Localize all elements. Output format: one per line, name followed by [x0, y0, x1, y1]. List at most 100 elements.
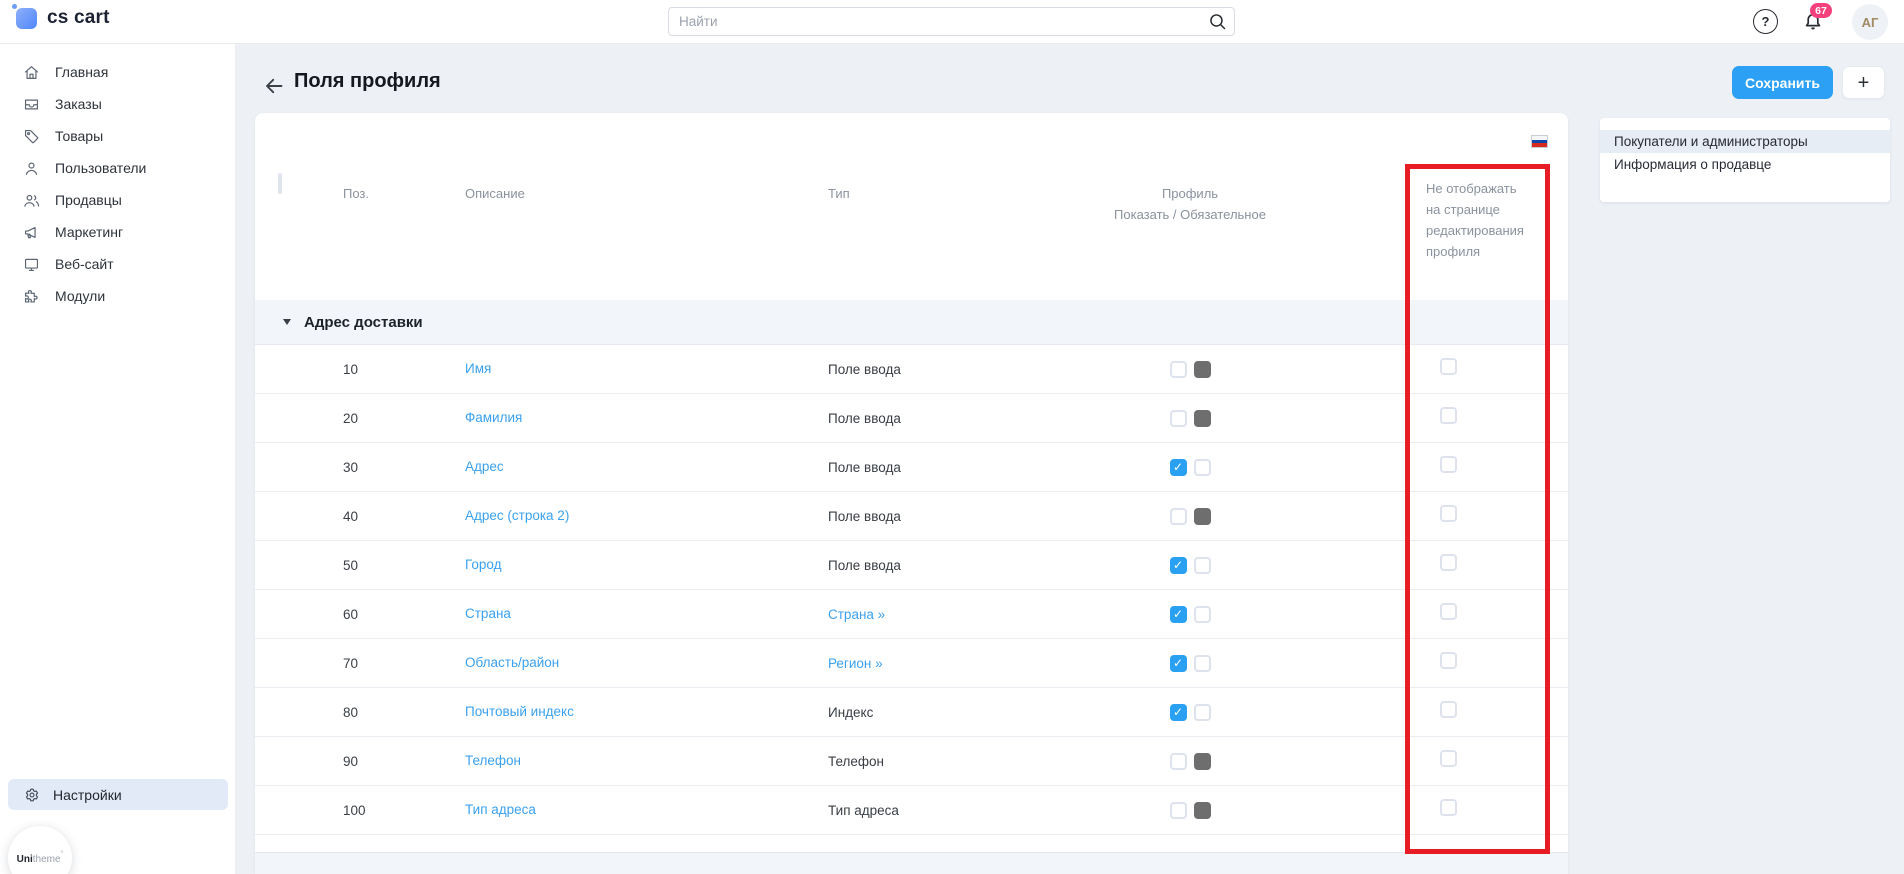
required-checkbox[interactable]: [1194, 753, 1211, 770]
required-checkbox[interactable]: [1194, 361, 1211, 378]
hide-checkbox[interactable]: [1440, 701, 1457, 718]
row-description-link[interactable]: Адрес (строка 2): [465, 508, 569, 523]
sidebar-item[interactable]: Пользователи: [0, 152, 235, 184]
row-description-link[interactable]: Фамилия: [465, 410, 522, 425]
settings-label: Настройки: [53, 787, 122, 803]
show-checkbox[interactable]: [1170, 361, 1187, 378]
required-checkbox[interactable]: [1194, 410, 1211, 427]
website-icon: [22, 255, 41, 274]
topbar: cs cart ? 67 АГ: [0, 0, 1904, 44]
row-type: Поле ввода: [828, 362, 901, 377]
table-row: 100 Тип адреса Тип адреса: [255, 786, 1568, 835]
row-type[interactable]: Регион »: [828, 656, 883, 671]
cs-cart-logo[interactable]: cs cart: [16, 7, 110, 29]
vendors-icon: [22, 191, 41, 210]
row-description-link[interactable]: Почтовый индекс: [465, 704, 574, 719]
required-checkbox[interactable]: [1194, 655, 1211, 672]
table-row: 40 Адрес (строка 2) Поле ввода: [255, 492, 1568, 541]
notification-count-badge: 67: [1810, 3, 1832, 18]
row-description-link[interactable]: Телефон: [465, 753, 521, 768]
search-input[interactable]: [668, 7, 1235, 36]
row-description-link[interactable]: Область/район: [465, 655, 559, 670]
row-description-link[interactable]: Город: [465, 557, 502, 572]
row-type: Тип адреса: [828, 803, 899, 818]
hide-checkbox[interactable]: [1440, 652, 1457, 669]
sidebar-item[interactable]: Продавцы: [0, 184, 235, 216]
back-button[interactable]: [262, 74, 286, 98]
required-checkbox[interactable]: [1194, 802, 1211, 819]
unitheme-badge[interactable]: Unitheme°: [8, 826, 72, 874]
sidebar-item[interactable]: Модули: [0, 280, 235, 312]
home-icon: [22, 63, 41, 82]
required-checkbox[interactable]: [1194, 704, 1211, 721]
notifications-button[interactable]: 67: [1801, 8, 1829, 36]
hide-checkbox[interactable]: [1440, 407, 1457, 424]
sidebar-item-settings[interactable]: Настройки: [8, 779, 228, 810]
sidebar-item[interactable]: Веб-сайт: [0, 248, 235, 280]
column-header-type: Тип: [800, 175, 1020, 204]
hide-checkbox[interactable]: [1440, 358, 1457, 375]
show-checkbox[interactable]: [1170, 459, 1187, 476]
save-button[interactable]: Сохранить: [1732, 66, 1833, 99]
orders-icon: [22, 95, 41, 114]
hide-checkbox[interactable]: [1440, 799, 1457, 816]
show-checkbox[interactable]: [1170, 802, 1187, 819]
row-description-link[interactable]: Имя: [465, 361, 491, 376]
row-position: 10: [310, 362, 430, 377]
row-description-link[interactable]: Адрес: [465, 459, 504, 474]
row-type: Телефон: [828, 754, 884, 769]
profile-types-panel: Покупатели и администраторы Информация о…: [1600, 118, 1890, 202]
users-icon: [22, 159, 41, 178]
row-description-link[interactable]: Тип адреса: [465, 802, 536, 817]
modules-icon: [22, 287, 41, 306]
row-type: Поле ввода: [828, 411, 901, 426]
table-row: 50 Город Поле ввода: [255, 541, 1568, 590]
show-checkbox[interactable]: [1170, 704, 1187, 721]
avatar[interactable]: АГ: [1852, 4, 1888, 40]
help-icon[interactable]: ?: [1753, 9, 1778, 34]
collapse-triangle-icon[interactable]: [283, 319, 291, 325]
show-checkbox[interactable]: [1170, 557, 1187, 574]
row-position: 90: [310, 754, 430, 769]
sidebar-item[interactable]: Маркетинг: [0, 216, 235, 248]
sidebar-item[interactable]: Главная: [0, 56, 235, 88]
row-position: 40: [310, 509, 430, 524]
hide-checkbox[interactable]: [1440, 456, 1457, 473]
row-type: Индекс: [828, 705, 873, 720]
select-all-checkbox[interactable]: [278, 173, 282, 194]
show-checkbox[interactable]: [1170, 410, 1187, 427]
profile-type-item[interactable]: Покупатели и администраторы: [1600, 130, 1890, 153]
show-checkbox[interactable]: [1170, 753, 1187, 770]
hide-checkbox[interactable]: [1440, 554, 1457, 571]
row-type[interactable]: Страна »: [828, 607, 885, 622]
row-type: Поле ввода: [828, 558, 901, 573]
page-title: Поля профиля: [294, 70, 441, 93]
section-title: Адрес доставки: [304, 314, 423, 331]
show-checkbox[interactable]: [1170, 508, 1187, 525]
row-type: Поле ввода: [828, 509, 901, 524]
hide-checkbox[interactable]: [1440, 505, 1457, 522]
row-position: 100: [310, 803, 430, 818]
show-checkbox[interactable]: [1170, 606, 1187, 623]
sidebar-item[interactable]: Товары: [0, 120, 235, 152]
table-row: 30 Адрес Поле ввода: [255, 443, 1568, 492]
russian-flag-icon[interactable]: [1531, 135, 1548, 148]
profile-type-item[interactable]: Информация о продавце: [1600, 153, 1890, 176]
search-icon[interactable]: [1207, 11, 1228, 32]
add-button[interactable]: +: [1842, 66, 1885, 99]
hide-checkbox[interactable]: [1440, 750, 1457, 767]
column-header-position: Поз.: [310, 175, 430, 204]
sidebar: Главная Заказы Товары Пользователи: [0, 44, 236, 874]
table-header-row: Поз. Описание Тип Профиль Показать / Обя…: [255, 175, 1568, 262]
show-checkbox[interactable]: [1170, 655, 1187, 672]
row-position: 70: [310, 656, 430, 671]
required-checkbox[interactable]: [1194, 508, 1211, 525]
sidebar-item[interactable]: Заказы: [0, 88, 235, 120]
row-position: 50: [310, 558, 430, 573]
required-checkbox[interactable]: [1194, 606, 1211, 623]
hide-checkbox[interactable]: [1440, 603, 1457, 620]
row-description-link[interactable]: Страна: [465, 606, 511, 621]
marketing-icon: [22, 223, 41, 242]
required-checkbox[interactable]: [1194, 459, 1211, 476]
required-checkbox[interactable]: [1194, 557, 1211, 574]
